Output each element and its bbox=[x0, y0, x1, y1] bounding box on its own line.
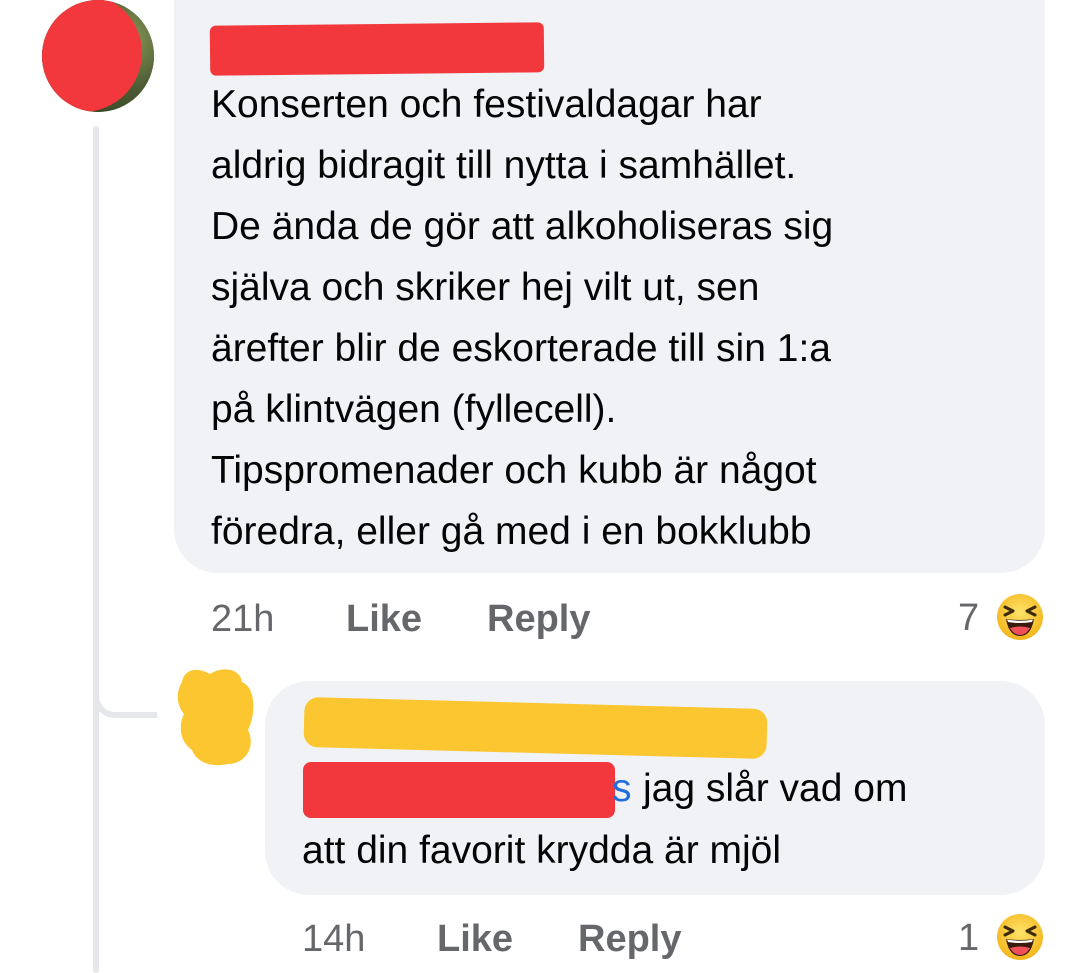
comment-like-button[interactable]: Like bbox=[346, 594, 422, 644]
laughing-emoji-icon[interactable] bbox=[995, 912, 1045, 962]
comment-reply-button[interactable]: Reply bbox=[487, 594, 590, 644]
reply-reply-button[interactable]: Reply bbox=[578, 914, 681, 964]
laughing-emoji-icon[interactable] bbox=[995, 592, 1045, 642]
thread-line bbox=[93, 126, 99, 973]
thread-connector bbox=[93, 660, 157, 718]
reply-avatar-redaction[interactable] bbox=[176, 668, 254, 766]
avatar[interactable] bbox=[42, 0, 154, 112]
comment-reaction-count[interactable]: 7 bbox=[958, 593, 979, 643]
author-name-redaction[interactable] bbox=[209, 22, 545, 76]
reply-text-line-2: att din favorit krydda är mjöl bbox=[302, 829, 782, 872]
comment-text: Konserten och festivaldagar har aldrig b… bbox=[211, 83, 834, 553]
mention-redaction[interactable] bbox=[303, 762, 615, 818]
reply-like-button[interactable]: Like bbox=[437, 914, 513, 964]
reply-text-line-1: jag slår vad om bbox=[643, 767, 908, 810]
comment-timestamp[interactable]: 21h bbox=[211, 594, 274, 644]
reply-timestamp[interactable]: 14h bbox=[302, 914, 365, 964]
comment-thread: Konserten och festivaldagar har aldrig b… bbox=[0, 0, 1080, 973]
mention-link[interactable]: s bbox=[612, 764, 632, 814]
reply-reaction-count[interactable]: 1 bbox=[958, 913, 979, 963]
